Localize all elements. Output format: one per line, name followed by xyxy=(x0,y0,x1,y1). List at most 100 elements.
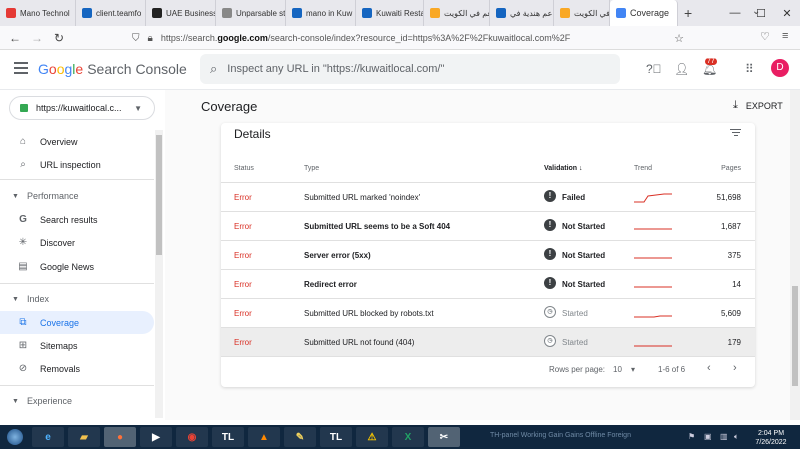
column-header-validation[interactable]: Validation ↓ xyxy=(544,165,583,172)
sidebar-section-performance[interactable]: ▼ Performance xyxy=(0,191,154,201)
sidebar-item-overview[interactable]: ⌂ Overview xyxy=(0,130,154,153)
excel-icon[interactable]: X xyxy=(392,427,424,447)
trend-sparkline xyxy=(634,257,672,259)
tray-volume-icon[interactable]: 🔈︎ xyxy=(734,432,739,442)
column-header-status[interactable]: Status xyxy=(234,165,254,172)
table-header: Status Type Validation ↓ Trend Pages xyxy=(221,153,755,183)
warning-app-icon[interactable]: ⚠ xyxy=(356,427,388,447)
page-scrollbar[interactable] xyxy=(790,90,800,420)
teamleader-icon[interactable]: TL xyxy=(320,427,352,447)
logo-letter: G xyxy=(38,61,49,77)
sidebar-item-sitemaps[interactable]: ⊞ Sitemaps xyxy=(0,334,154,357)
google-search-console-logo[interactable]: Google Search Console xyxy=(38,61,187,77)
next-page-icon[interactable]: › xyxy=(733,362,737,374)
sidebar-item-google-news[interactable]: ▤ Google News xyxy=(0,255,154,278)
status-cell: Error xyxy=(234,222,252,231)
tab-label: مطاعم هندية في xyxy=(510,8,554,18)
column-header-pages[interactable]: Pages xyxy=(721,165,741,172)
tab-label: Kuwaiti Resta xyxy=(376,8,424,18)
page-scroll-thumb[interactable] xyxy=(792,286,798,386)
sidebar-item-url-inspection[interactable]: ⌕ URL inspection xyxy=(0,153,154,176)
page-range: 1-6 of 6 xyxy=(658,365,686,374)
url-prefix: https://search. xyxy=(160,33,218,43)
chrome-icon[interactable]: ◉ xyxy=(176,427,208,447)
property-selector[interactable]: https://kuwaitlocal.c... ▼ xyxy=(9,96,155,120)
browser-tab[interactable]: UAE Business xyxy=(146,0,216,26)
sidebar-item-discover[interactable]: ✳ Discover xyxy=(0,231,154,254)
reload-icon[interactable]: ↻ xyxy=(48,31,70,45)
sidebar-item-label: Coverage xyxy=(40,317,80,328)
prev-page-icon[interactable]: ‹ xyxy=(707,362,711,374)
browser-tab[interactable]: مطاعم في الكويت xyxy=(424,0,490,26)
table-row[interactable]: Error Submitted URL marked 'noindex'! Fail… xyxy=(221,183,755,212)
tray-computer-icon[interactable]: ▣ xyxy=(704,432,712,441)
sidebar-item-coverage[interactable]: ⧉ Coverage xyxy=(0,311,154,334)
menu-icon[interactable]: ≡ xyxy=(782,30,788,42)
forward-arrow-icon[interactable]: → xyxy=(26,31,48,45)
browser-tab[interactable]: Unparsable st xyxy=(216,0,286,26)
pocket-icon[interactable]: ♡ xyxy=(760,30,770,43)
tab-favicon-icon xyxy=(496,8,506,18)
snipping-tool-icon[interactable]: ✂ xyxy=(428,427,460,447)
vlc-icon[interactable]: ▲ xyxy=(248,427,280,447)
close-window-button[interactable]: ✕ xyxy=(774,7,800,20)
column-header-type[interactable]: Type xyxy=(304,165,319,172)
main-content: Coverage ⤓ EXPORT Details Status Type Va… xyxy=(165,90,800,420)
new-tab-button[interactable]: + xyxy=(678,5,698,21)
avatar[interactable]: D xyxy=(771,59,789,77)
rows-per-page-dropdown-icon[interactable]: ▾ xyxy=(631,365,635,374)
help-icon[interactable]: ?⃝ xyxy=(646,62,662,76)
shield-icon[interactable]: ⛉ xyxy=(132,33,140,44)
maximize-button[interactable]: ☐ xyxy=(748,7,774,20)
type-cell: Submitted URL not found (404) xyxy=(304,338,415,347)
export-button[interactable]: ⤓ EXPORT xyxy=(733,99,783,112)
filter-icon[interactable] xyxy=(730,127,741,138)
sidebar-item-search-results[interactable]: G Search results xyxy=(0,208,154,231)
lock-icon[interactable]: 🔒︎ xyxy=(148,33,153,44)
table-row[interactable]: Error Submitted URL blocked by robots.txt… xyxy=(221,299,755,328)
table-row[interactable]: Error Redirect error! Not Started 14 xyxy=(221,270,755,299)
collapse-triangle-icon: ▼ xyxy=(12,295,19,303)
firefox-icon[interactable]: ● xyxy=(104,427,136,447)
media-player-icon[interactable]: ▶ xyxy=(140,427,172,447)
search-icon: ⌕ xyxy=(210,61,218,76)
sidebar-scrollbar[interactable] xyxy=(155,130,163,418)
back-arrow-icon[interactable]: ← xyxy=(4,31,26,45)
minimize-button[interactable]: — xyxy=(722,7,748,19)
url-inspect-search[interactable]: ⌕ Inspect any URL in "https://kuwaitloca… xyxy=(200,54,620,84)
tray-network-icon[interactable]: ▥ xyxy=(720,432,728,441)
browser-tab[interactable]: مطاعم هندية في xyxy=(490,0,554,26)
hamburger-menu-icon[interactable] xyxy=(14,62,28,77)
table-row[interactable]: Error Submitted URL not found (404) ◷ Start… xyxy=(221,328,755,357)
start-button[interactable] xyxy=(0,425,30,449)
sidebar-item-removals[interactable]: ⊘ Removals xyxy=(0,357,154,380)
rows-per-page-label: Rows per page: xyxy=(549,365,606,374)
notes-icon[interactable]: ✎ xyxy=(284,427,316,447)
tab-coverage[interactable]: Coverage× xyxy=(610,0,678,26)
table-row[interactable]: Error Server error (5xx)! Not Started 375 xyxy=(221,241,755,270)
sidebar-section-experience[interactable]: ▼ Experience xyxy=(0,396,154,406)
browser-tab[interactable]: Mano Technol xyxy=(0,0,76,26)
tab-label: Mano Technol xyxy=(20,8,70,18)
bookmark-star-icon[interactable]: ☆ xyxy=(674,32,684,45)
sidebar-item-label: Sitemaps xyxy=(40,340,78,351)
url-field[interactable]: ⛉ 🔒︎ https://search. google.com/search-co… xyxy=(132,29,692,47)
table-row[interactable]: Error Submitted URL seems to be a Soft 40… xyxy=(221,212,755,241)
magnifier-icon: ⌕ xyxy=(20,159,26,170)
manage-users-icon[interactable]: 👤︎ xyxy=(674,62,689,76)
teamleader-icon[interactable]: TL xyxy=(212,427,244,447)
sidebar-section-index[interactable]: ▼ Index xyxy=(0,294,154,304)
sidebar-divider xyxy=(0,385,154,386)
browser-tab[interactable]: مطاعم في الكويت xyxy=(554,0,610,26)
trend-sparkline xyxy=(634,228,672,230)
system-clock[interactable]: 2:04 PM 7/26/2022 xyxy=(744,429,798,447)
internet-explorer-icon[interactable]: e xyxy=(32,427,64,447)
rows-per-page-select[interactable]: 10 xyxy=(613,365,622,374)
browser-tab[interactable]: Kuwaiti Resta xyxy=(356,0,424,26)
browser-tab[interactable]: client.teamfo xyxy=(76,0,146,26)
apps-grid-icon[interactable]: ⠿ xyxy=(745,62,754,76)
browser-tab[interactable]: mano in Kuw xyxy=(286,0,356,26)
file-explorer-icon[interactable]: ▰ xyxy=(68,427,100,447)
tray-flag-icon[interactable]: ⚑ xyxy=(688,432,695,441)
sidebar-scroll-thumb[interactable] xyxy=(156,135,162,255)
